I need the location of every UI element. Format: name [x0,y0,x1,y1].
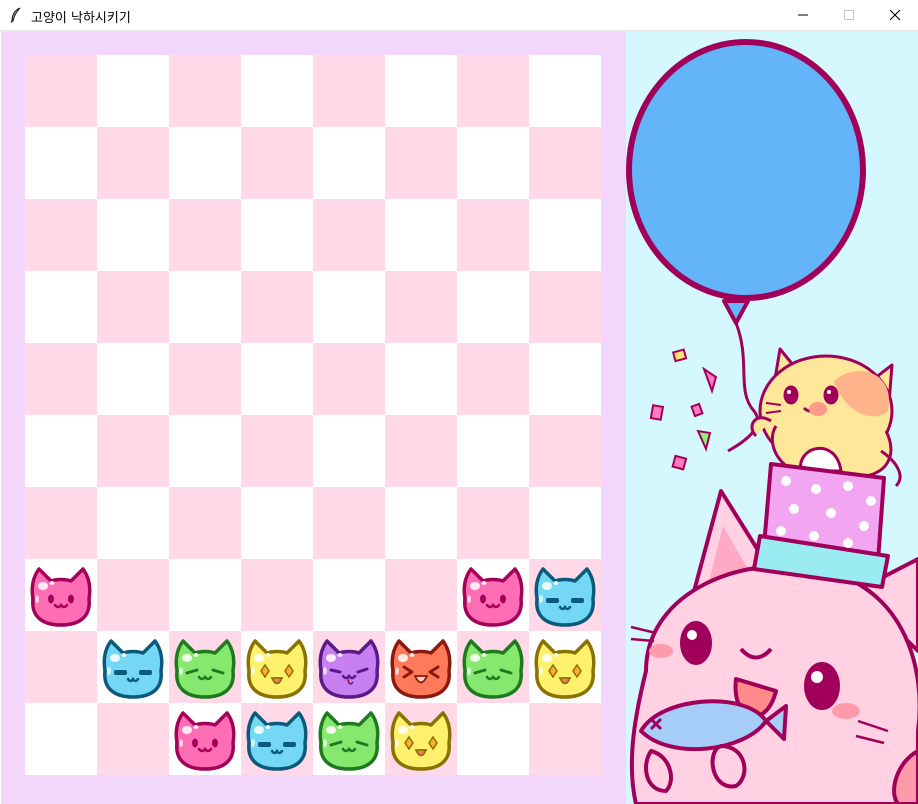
cat-piece-blue[interactable] [241,703,313,775]
board-cell [169,271,241,343]
board-cell [97,487,169,559]
board-cell [529,703,601,775]
cat-piece-pink[interactable] [169,703,241,775]
board-cell [529,343,601,415]
board-cell [97,127,169,199]
cat-piece-pink[interactable] [25,559,97,631]
side-illustration-panel [626,31,918,804]
game-board[interactable] [25,55,601,775]
window-title: 고양이 낙하시키기 [31,11,131,26]
cat-piece-red[interactable] [385,631,457,703]
board-cell [385,559,457,631]
cat-piece-yellow[interactable] [529,631,601,703]
board-cell [385,271,457,343]
board-cell [97,271,169,343]
board-cell [457,127,529,199]
board-cell [385,415,457,487]
board-cell [169,55,241,127]
cat-piece-purple[interactable] [313,631,385,703]
board-cell [457,343,529,415]
board-cell [529,271,601,343]
board-cell [529,55,601,127]
board-cell [313,127,385,199]
board-cell [457,271,529,343]
board-cell [25,343,97,415]
board-cell [97,199,169,271]
board-cell [385,343,457,415]
board-cell [169,559,241,631]
board-cell [25,55,97,127]
board-cell [313,199,385,271]
minimize-icon [798,14,808,16]
board-cell [529,487,601,559]
board-cell [529,415,601,487]
cat-piece-green[interactable] [169,631,241,703]
board-cell [385,487,457,559]
board-cell [25,415,97,487]
board-cell [313,343,385,415]
board-cell [313,559,385,631]
feather-icon [10,7,21,23]
board-cell [313,487,385,559]
board-cell [169,415,241,487]
board-cell [169,199,241,271]
board-cell [241,415,313,487]
board-cell [97,703,169,775]
cat-piece-green[interactable] [313,703,385,775]
board-cell [97,343,169,415]
board-cell [241,559,313,631]
board-cell [457,487,529,559]
board-cell [385,127,457,199]
board-cell [385,199,457,271]
board-cell [241,127,313,199]
board-cell [241,487,313,559]
board-cell [313,55,385,127]
board-cell [25,703,97,775]
board-cell [313,415,385,487]
board-cell [97,55,169,127]
board-cell [97,415,169,487]
board-cell [241,343,313,415]
board-cell [25,487,97,559]
board-cell [25,127,97,199]
board-cell [241,199,313,271]
game-board-frame [1,31,626,804]
maximize-button[interactable] [826,0,872,31]
maximize-icon [844,10,854,20]
cat-piece-pink[interactable] [457,559,529,631]
cat-piece-blue[interactable] [97,631,169,703]
board-cell [25,631,97,703]
board-cell [169,127,241,199]
board-cell [457,703,529,775]
close-button[interactable] [872,0,918,31]
cat-piece-blue[interactable] [529,559,601,631]
board-cell [241,55,313,127]
board-cell [25,199,97,271]
cat-piece-yellow[interactable] [241,631,313,703]
board-cell [529,199,601,271]
board-cell [457,199,529,271]
board-cell [169,487,241,559]
polka-dot-top-hat [752,462,890,589]
confetti-icon [649,348,718,471]
cat-piece-green[interactable] [457,631,529,703]
balloon-cats-illustration [626,39,918,804]
board-cell [529,127,601,199]
close-icon [889,9,901,21]
board-cell [25,271,97,343]
board-cell [457,415,529,487]
cat-piece-yellow[interactable] [385,703,457,775]
title-bar: 고양이 낙하시키기 [0,0,918,31]
board-cell [457,55,529,127]
board-cell [313,271,385,343]
board-cell [169,343,241,415]
board-cell [241,271,313,343]
board-cell [97,559,169,631]
minimize-button[interactable] [780,0,826,31]
board-cell [385,55,457,127]
